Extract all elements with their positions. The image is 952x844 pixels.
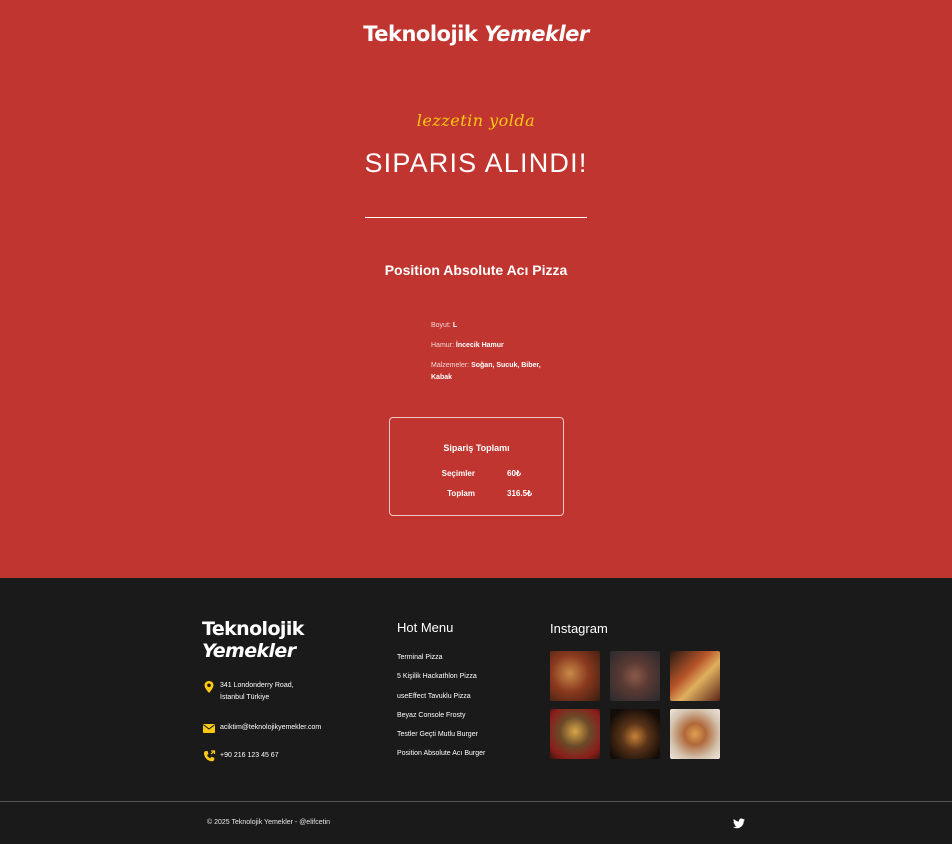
detail-label: Boyut: xyxy=(431,322,451,329)
instagram-grid xyxy=(550,651,722,759)
grilled-skewers-photo[interactable] xyxy=(610,651,660,701)
location-pin-icon xyxy=(204,681,214,693)
instagram-title: Instagram xyxy=(550,621,608,636)
pizza-slices-photo[interactable] xyxy=(550,651,600,701)
hot-menu-item[interactable]: Terminal Pizza xyxy=(397,652,485,671)
footer-address: 341 Londonderry Road, İstanbul Türkiye xyxy=(202,680,312,704)
brand-word-1: Teknolojik xyxy=(363,22,478,46)
detail-dough: Hamur: İncecik Hamur xyxy=(431,340,541,352)
copyright-text: © 2025 Teknolojik Yemekler - @elifcetin xyxy=(207,819,331,826)
phone-icon xyxy=(204,750,216,762)
cheeseburger-photo[interactable] xyxy=(670,709,720,759)
detail-size: Boyut: L xyxy=(431,320,541,332)
brand-word-2: Yemekler xyxy=(484,22,589,46)
hot-menu-item[interactable]: Testler Geçti Mutlu Burger xyxy=(397,729,485,748)
email-text: aciktim@teknolojikyemekler.com xyxy=(220,724,322,731)
twitter-icon[interactable] xyxy=(733,818,745,829)
summary-value: 60₺ xyxy=(507,469,521,478)
order-details: Boyut: L Hamur: İncecik Hamur Malzemeler… xyxy=(431,320,541,392)
footer-email[interactable]: aciktim@teknolojikyemekler.com xyxy=(202,721,321,735)
product-name: Position Absolute Acı Pizza xyxy=(384,262,568,278)
footer-divider xyxy=(0,801,952,802)
order-summary-box: Sipariş Toplamı Seçimler 60₺ Toplam 316.… xyxy=(389,417,564,516)
footer-brand-word-1: Teknolojik xyxy=(202,618,304,640)
brand-logo[interactable]: Teknolojik Yemekler xyxy=(0,22,952,46)
order-confirmation-section: Teknolojik Yemekler lezzetin yolda SIPAR… xyxy=(0,0,952,578)
title-divider xyxy=(365,217,587,218)
hot-menu-title: Hot Menu xyxy=(397,620,454,635)
pizza-rolls-photo[interactable] xyxy=(670,651,720,701)
tagline: lezzetin yolda xyxy=(416,111,536,130)
mail-icon xyxy=(203,724,215,733)
detail-label: Hamur: xyxy=(431,342,454,349)
footer-phone[interactable]: +90 216 123 45 67 xyxy=(202,749,279,763)
hot-menu-item[interactable]: Beyaz Console Frosty xyxy=(397,710,485,729)
hot-menu-item[interactable]: Position Absolute Acı Burger xyxy=(397,748,485,767)
footer-brand-word-2: Yemekler xyxy=(202,640,296,662)
detail-toppings: Malzemeler: Soğan, Sucuk, Biber, Kabak xyxy=(431,360,541,384)
summary-label: Toplam xyxy=(447,489,475,498)
burger-fries-photo[interactable] xyxy=(550,709,600,759)
detail-label: Malzemeler: xyxy=(431,362,470,369)
hot-menu-item[interactable]: 5 Kişilik Hackathlon Pizza xyxy=(397,671,485,690)
summary-value: 316.5₺ xyxy=(507,489,533,498)
detail-value: İncecik Hamur xyxy=(455,342,504,349)
summary-label: Seçimler xyxy=(441,469,475,478)
detail-value: L xyxy=(452,322,458,329)
summary-title: Sipariş Toplamı xyxy=(443,443,510,453)
hot-menu-list: Terminal Pizza 5 Kişilik Hackathlon Pizz… xyxy=(397,652,485,768)
page-title: SIPARIS ALINDI! xyxy=(364,148,588,178)
phone-text: +90 216 123 45 67 xyxy=(220,752,279,759)
site-footer: Teknolojik Yemekler 341 Londonderry Road… xyxy=(0,578,952,844)
dark-burger-photo[interactable] xyxy=(610,709,660,759)
hot-menu-item[interactable]: useEffect Tavuklu Pizza xyxy=(397,691,485,710)
footer-brand-logo[interactable]: Teknolojik Yemekler xyxy=(202,618,304,662)
address-text: 341 Londonderry Road, İstanbul Türkiye xyxy=(220,682,294,701)
